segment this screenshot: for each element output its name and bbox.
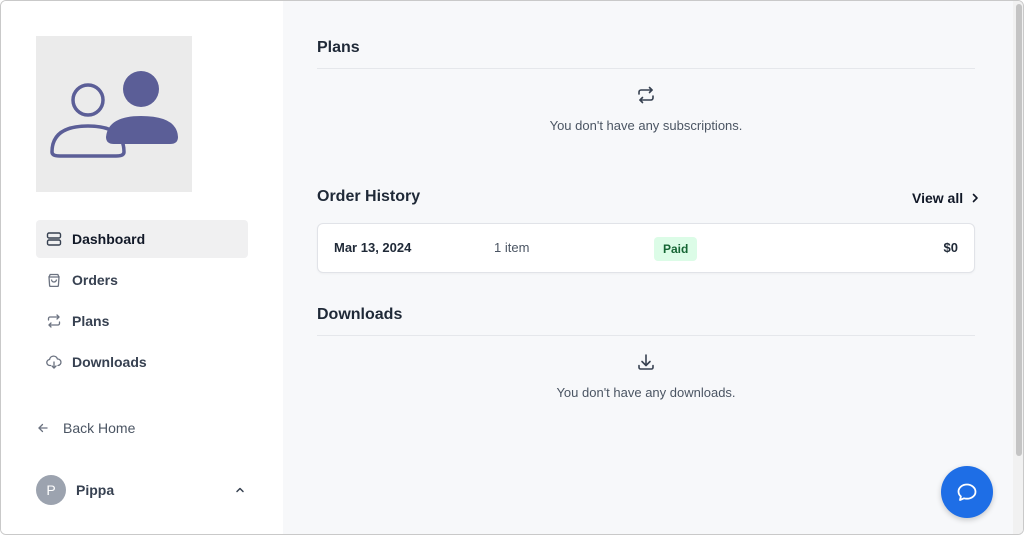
back-home-link[interactable]: Back Home (36, 417, 135, 439)
chat-bubble-icon (957, 483, 977, 501)
bag-icon (46, 272, 62, 288)
divider (317, 68, 975, 69)
chevron-up-icon (234, 484, 246, 496)
view-all-link[interactable]: View all (912, 190, 981, 206)
main-content: Plans You don't have any subscriptions. … (283, 1, 1013, 534)
sidebar-item-label: Downloads (72, 354, 147, 370)
sidebar-nav: Dashboard Orders Plans Downloads (36, 220, 248, 384)
sidebar-item-orders[interactable]: Orders (36, 261, 248, 299)
user-menu[interactable]: P Pippa (36, 475, 248, 505)
divider (317, 335, 975, 336)
sidebar-item-dashboard[interactable]: Dashboard (36, 220, 248, 258)
downloads-empty-text: You don't have any downloads. (556, 385, 736, 400)
arrow-left-icon (36, 421, 50, 435)
status-badge: Paid (654, 237, 698, 261)
sidebar-item-label: Plans (72, 313, 110, 329)
order-history-title: Order History (317, 188, 421, 205)
back-home-label: Back Home (63, 420, 136, 436)
sidebar-item-plans[interactable]: Plans (36, 302, 248, 340)
scroll-thumb[interactable] (1016, 4, 1022, 456)
repeat-icon (46, 313, 62, 329)
plans-empty-text: You don't have any subscriptions. (549, 118, 743, 133)
avatar: P (36, 475, 66, 505)
plans-title: Plans (317, 39, 360, 56)
view-all-label: View all (912, 190, 964, 206)
chevron-right-icon (969, 192, 981, 204)
download-icon (636, 352, 656, 372)
chat-button[interactable] (941, 466, 993, 518)
repeat-icon (636, 85, 656, 105)
scrollbar[interactable] (1013, 1, 1023, 534)
order-items: 1 item (494, 240, 530, 255)
sidebar-item-downloads[interactable]: Downloads (36, 343, 248, 381)
sidebar-item-label: Dashboard (72, 231, 146, 247)
app-window: Dashboard Orders Plans Downloads Back Ho… (0, 0, 1024, 535)
downloads-title: Downloads (317, 306, 403, 323)
order-total: $0 (943, 240, 958, 255)
order-date: Mar 13, 2024 (334, 240, 412, 255)
dashboard-icon (46, 231, 62, 247)
table-row[interactable]: Mar 13, 2024 1 item Paid $0 (317, 223, 975, 273)
sidebar: Dashboard Orders Plans Downloads Back Ho… (1, 1, 283, 534)
sidebar-item-label: Orders (72, 272, 118, 288)
users-icon (50, 71, 178, 158)
cloud-download-icon (46, 354, 62, 370)
user-name: Pippa (76, 482, 115, 498)
profile-image (36, 36, 192, 192)
